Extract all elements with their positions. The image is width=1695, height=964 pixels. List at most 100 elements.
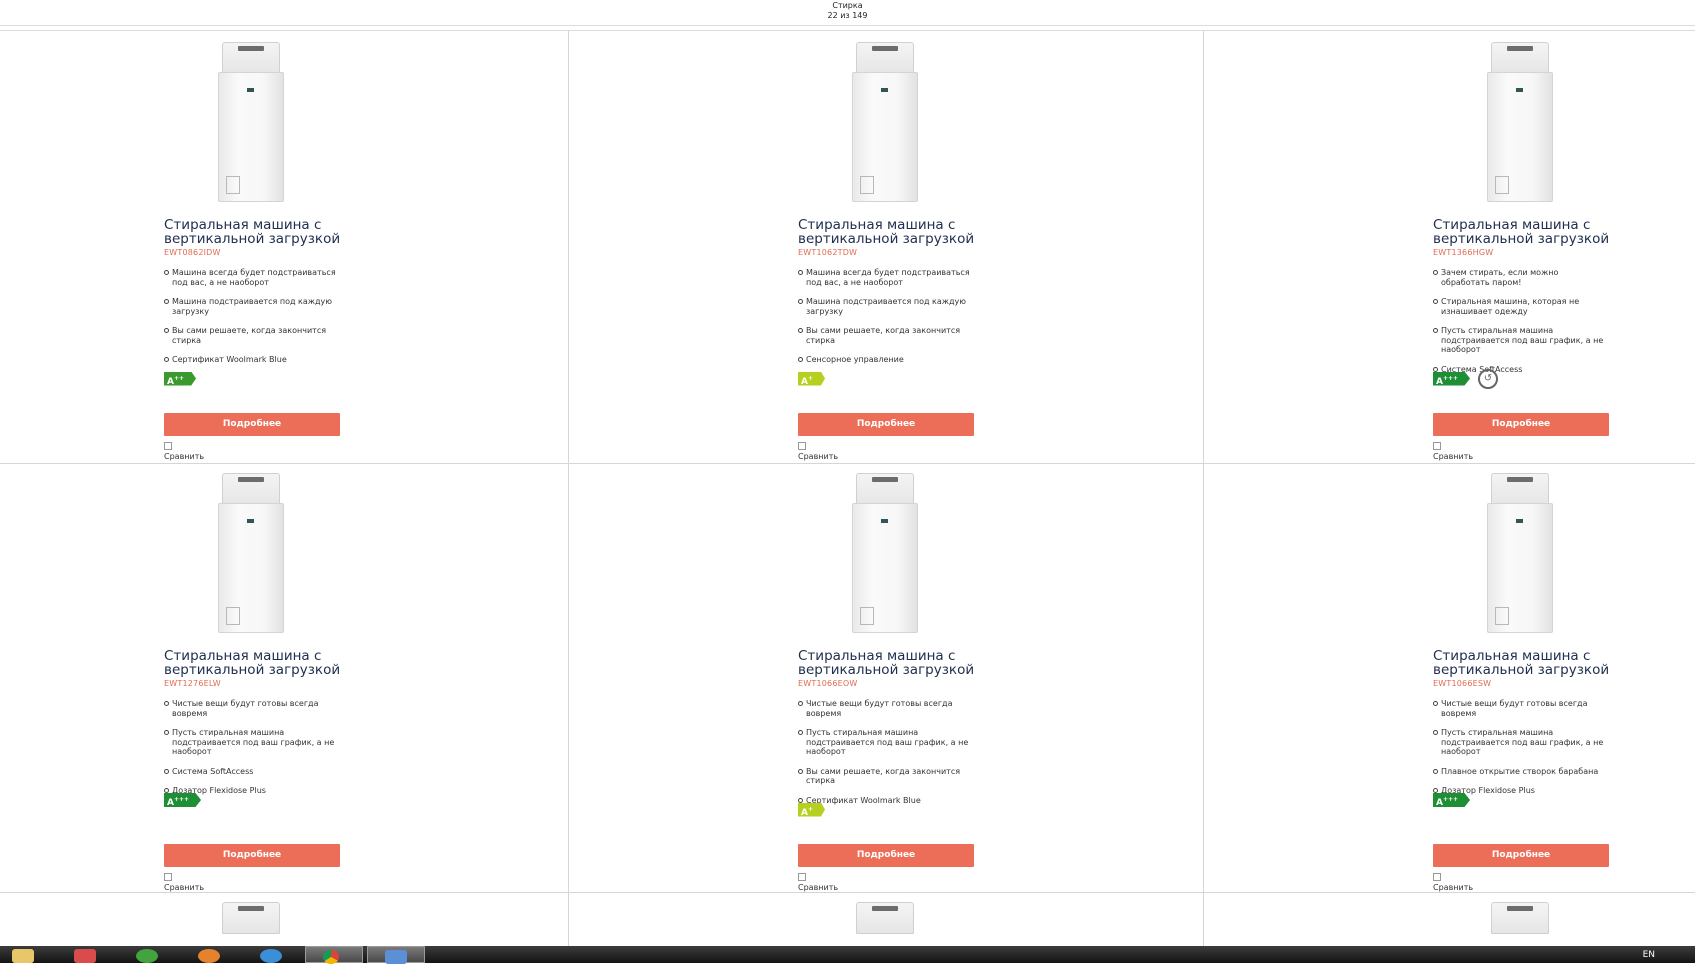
feature-item: Сертификат Woolmark Blue xyxy=(164,355,339,365)
taskbar-window[interactable] xyxy=(367,946,425,964)
product-model: EWT0862IDW xyxy=(164,248,221,257)
flower-icon xyxy=(136,949,158,963)
product-image xyxy=(1487,902,1553,946)
compare-label: Сравнить xyxy=(164,452,205,461)
feature-item: Стиральная машина, которая не изнашивает… xyxy=(1433,297,1608,316)
category-title: Стирка xyxy=(832,1,863,10)
product-image xyxy=(852,902,918,946)
column-divider xyxy=(568,31,569,946)
compare-label: Сравнить xyxy=(798,883,839,892)
details-button[interactable]: Подробнее xyxy=(1433,844,1609,867)
app-icon xyxy=(74,949,96,963)
product-image[interactable] xyxy=(852,473,918,633)
checkbox-icon[interactable] xyxy=(1433,873,1441,881)
product-model: EWT1066ESW xyxy=(1433,679,1492,688)
product-model: EWT1276ELW xyxy=(164,679,221,688)
feature-list: Машина всегда будет подстраиваться под в… xyxy=(798,268,973,375)
product-title[interactable]: Стиральная машина с вертикальной загрузк… xyxy=(1433,218,1623,246)
results-counter: 22 из 149 xyxy=(827,11,868,20)
product-image[interactable] xyxy=(1487,42,1553,202)
steam-icon: ↺ xyxy=(1478,368,1498,389)
product-image xyxy=(218,902,284,946)
feature-list: Чистые вещи будут готовы всегда вовремя П… xyxy=(798,699,973,815)
product-model: EWT1066EOW xyxy=(798,679,858,688)
chrome-icon xyxy=(323,950,339,964)
checkbox-icon[interactable] xyxy=(798,873,806,881)
product-image[interactable] xyxy=(218,42,284,202)
feature-item: Сенсорное управление xyxy=(798,355,973,365)
product-image[interactable] xyxy=(852,42,918,202)
feature-list: Зачем стирать, если можно обработать пар… xyxy=(1433,268,1608,384)
energy-class-badge: A+++ xyxy=(1433,793,1471,807)
feature-item: Вы сами решаете, когда закончится стирка xyxy=(798,767,973,786)
details-button[interactable]: Подробнее xyxy=(798,413,974,436)
feature-list: Чистые вещи будут готовы всегда вовремя П… xyxy=(164,699,339,806)
energy-class-badge: A++ xyxy=(164,371,197,386)
details-button[interactable]: Подробнее xyxy=(164,413,340,436)
feature-item: Пусть стиральная машина подстраивается п… xyxy=(1433,728,1608,757)
compare-label: Сравнить xyxy=(798,452,839,461)
product-image[interactable] xyxy=(1487,473,1553,633)
product-image[interactable] xyxy=(218,473,284,633)
grid-divider xyxy=(0,30,1695,31)
compare-checkbox[interactable]: Сравнить xyxy=(1433,873,1473,893)
checkbox-icon[interactable] xyxy=(164,873,172,881)
feature-item: Зачем стирать, если можно обработать пар… xyxy=(1433,268,1608,287)
compare-label: Сравнить xyxy=(1433,452,1474,461)
product-title[interactable]: Стиральная машина с вертикальной загрузк… xyxy=(164,218,354,246)
taskbar-icq[interactable] xyxy=(124,946,180,963)
feature-item: Система SoftAccess xyxy=(164,767,339,777)
page-header: Стирка 22 из 149 xyxy=(0,0,1695,26)
checkbox-icon[interactable] xyxy=(798,442,806,450)
firefox-icon xyxy=(198,949,220,963)
feature-list: Машина всегда будет подстраиваться под в… xyxy=(164,268,339,375)
compare-checkbox[interactable]: Сравнить xyxy=(1433,442,1473,462)
feature-item: Пусть стиральная машина подстраивается п… xyxy=(1433,326,1608,355)
feature-list: Чистые вещи будут готовы всегда вовремя П… xyxy=(1433,699,1608,806)
column-divider xyxy=(1203,31,1204,946)
feature-item: Вы сами решаете, когда закончится стирка xyxy=(798,326,973,345)
checkbox-icon[interactable] xyxy=(1433,442,1441,450)
compare-checkbox[interactable]: Сравнить xyxy=(798,873,838,893)
language-indicator[interactable]: EN xyxy=(1643,950,1655,960)
energy-class-badge: A+++ xyxy=(1433,371,1471,386)
energy-class-badge: A+++ xyxy=(164,793,202,807)
taskbar-explorer[interactable] xyxy=(0,946,56,963)
energy-class-badge: A+ xyxy=(798,802,825,817)
feature-item: Пусть стиральная машина подстраивается п… xyxy=(798,728,973,757)
window-icon xyxy=(385,950,407,964)
taskbar-chrome[interactable] xyxy=(305,946,363,964)
details-button[interactable]: Подробнее xyxy=(798,844,974,867)
compare-label: Сравнить xyxy=(164,883,205,892)
ie-icon xyxy=(260,949,282,963)
product-title[interactable]: Стиральная машина с вертикальной загрузк… xyxy=(1433,649,1623,677)
folder-icon xyxy=(12,949,34,963)
product-model: EWT1062TDW xyxy=(798,248,858,257)
feature-item: Вы сами решаете, когда закончится стирка xyxy=(164,326,339,345)
feature-item: Чистые вещи будут готовы всегда вовремя xyxy=(1433,699,1608,718)
compare-label: Сравнить xyxy=(1433,883,1474,892)
energy-class-badge: A+ xyxy=(798,371,825,386)
product-title[interactable]: Стиральная машина с вертикальной загрузк… xyxy=(798,218,988,246)
feature-item: Машина всегда будет подстраиваться под в… xyxy=(164,268,339,287)
product-title[interactable]: Стиральная машина с вертикальной загрузк… xyxy=(798,649,988,677)
taskbar-app[interactable] xyxy=(62,946,118,963)
compare-checkbox[interactable]: Сравнить xyxy=(164,442,204,462)
details-button[interactable]: Подробнее xyxy=(164,844,340,867)
product-title[interactable]: Стиральная машина с вертикальной загрузк… xyxy=(164,649,354,677)
feature-item: Машина подстраивается под каждую загрузк… xyxy=(164,297,339,316)
product-model: EWT1366HGW xyxy=(1433,248,1494,257)
compare-checkbox[interactable]: Сравнить xyxy=(164,873,204,893)
taskbar-firefox[interactable] xyxy=(186,946,242,963)
feature-item: Машина подстраивается под каждую загрузк… xyxy=(798,297,973,316)
row-divider xyxy=(0,463,1695,464)
windows-taskbar: EN xyxy=(0,946,1695,964)
checkbox-icon[interactable] xyxy=(164,442,172,450)
feature-item: Сертификат Woolmark Blue xyxy=(798,796,973,806)
feature-item: Чистые вещи будут готовы всегда вовремя xyxy=(164,699,339,718)
taskbar-ie[interactable] xyxy=(248,946,304,963)
feature-item: Пусть стиральная машина подстраивается п… xyxy=(164,728,339,757)
details-button[interactable]: Подробнее xyxy=(1433,413,1609,436)
compare-checkbox[interactable]: Сравнить xyxy=(798,442,838,462)
feature-item: Машина всегда будет подстраиваться под в… xyxy=(798,268,973,287)
